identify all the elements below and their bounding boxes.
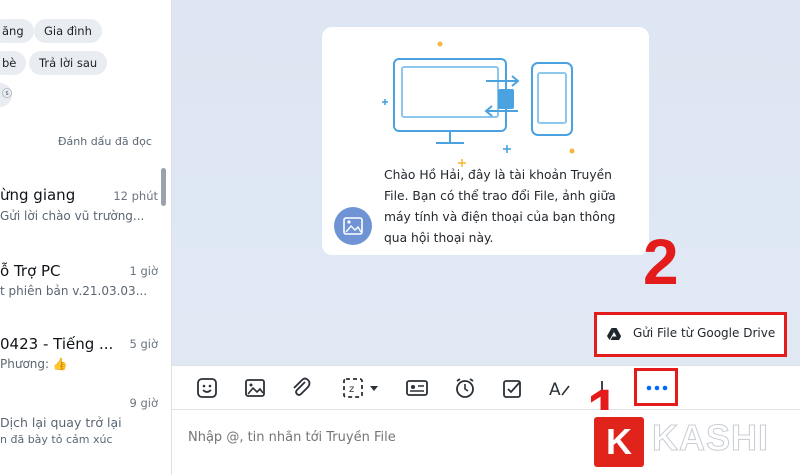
conversation-preview: t phiên bản v.21.03.03... <box>0 284 148 298</box>
conversation-time: 5 giờ <box>129 337 158 351</box>
conversation-preview: Gửi lời chào vũ trường... <box>0 209 145 223</box>
sidebar-scrollbar[interactable] <box>161 168 166 206</box>
step-number-2: 2 <box>643 226 679 298</box>
chat-area: Chào Hồ Hải, đây là tài khoản Truyền Fil… <box>172 0 800 475</box>
attachment-icon[interactable] <box>288 375 314 401</box>
conversation-time: 9 giờ <box>129 396 158 410</box>
send-google-drive-file-label: Gửi File từ Google Drive <box>633 326 776 340</box>
tag-filter-family[interactable]: Gia đình <box>34 19 102 43</box>
conversation-time: 12 phút <box>113 189 158 203</box>
conversation-preview: Phương: 👍 <box>0 357 68 371</box>
message-input[interactable] <box>188 430 588 445</box>
conversation-sidebar: ăng Gia đình bè Trả lời sau ⓢ Đánh dấu đ… <box>0 0 172 475</box>
mark-all-read-link[interactable]: Đánh dấu đã đọc <box>58 135 152 148</box>
chat-toolbar: z A <box>172 365 800 410</box>
account-avatar <box>334 207 372 245</box>
svg-text:A: A <box>549 380 561 400</box>
conversation-item[interactable]: ỗ Trợ PC 1 giờ t phiên bản v.21.03.03... <box>0 262 168 312</box>
reminder-icon[interactable] <box>452 375 478 401</box>
file-transfer-illustration-icon <box>382 41 575 167</box>
screenshot-icon[interactable]: z <box>340 375 382 401</box>
contact-card-icon[interactable] <box>404 375 430 401</box>
tag-filter-friends[interactable]: bè <box>0 51 27 75</box>
info-message: Chào Hồ Hải, đây là tài khoản Truyền Fil… <box>384 168 616 245</box>
svg-text:z: z <box>349 384 354 395</box>
format-text-icon[interactable]: A <box>546 375 572 401</box>
todo-icon[interactable] <box>500 375 526 401</box>
conversation-preview: Dịch lại quay trở lại <box>0 415 122 430</box>
conversation-name: ừng giang <box>0 186 76 204</box>
send-google-drive-file-button[interactable]: Gửi File từ Google Drive <box>594 312 787 357</box>
tag-more[interactable]: ⓢ <box>0 83 12 107</box>
conversation-name: 0423 - Tiếng ... <box>0 335 114 353</box>
sticker-icon[interactable] <box>194 375 220 401</box>
conversation-name: ỗ Trợ PC <box>0 262 61 280</box>
tag-filter[interactable]: ăng <box>0 19 34 43</box>
conversation-item[interactable]: 0423 - Tiếng ... 5 giờ Phương: 👍 <box>0 335 168 385</box>
transfer-info-card: Chào Hồ Hải, đây là tài khoản Truyền Fil… <box>322 27 649 255</box>
logo-mark: K <box>594 417 644 467</box>
conversation-item[interactable]: ừng giang 12 phút Gửi lời chào vũ trường… <box>0 186 168 236</box>
kashi-logo: K KASHI <box>594 410 800 475</box>
tag-icon: ⓢ <box>2 89 12 100</box>
image-icon[interactable] <box>242 375 268 401</box>
image-gallery-icon <box>343 217 363 235</box>
conversation-item[interactable]: 9 giờ Dịch lại quay trở lại n đã bày tỏ … <box>0 394 168 454</box>
logo-text: KASHI <box>651 417 770 459</box>
more-button-highlight <box>634 368 678 406</box>
google-drive-icon <box>607 327 621 340</box>
conversation-preview-sub: n đã bày tỏ cảm xúc <box>0 433 113 446</box>
conversation-time: 1 giờ <box>129 264 158 278</box>
tag-filter-reply-later[interactable]: Trả lời sau <box>29 51 108 75</box>
